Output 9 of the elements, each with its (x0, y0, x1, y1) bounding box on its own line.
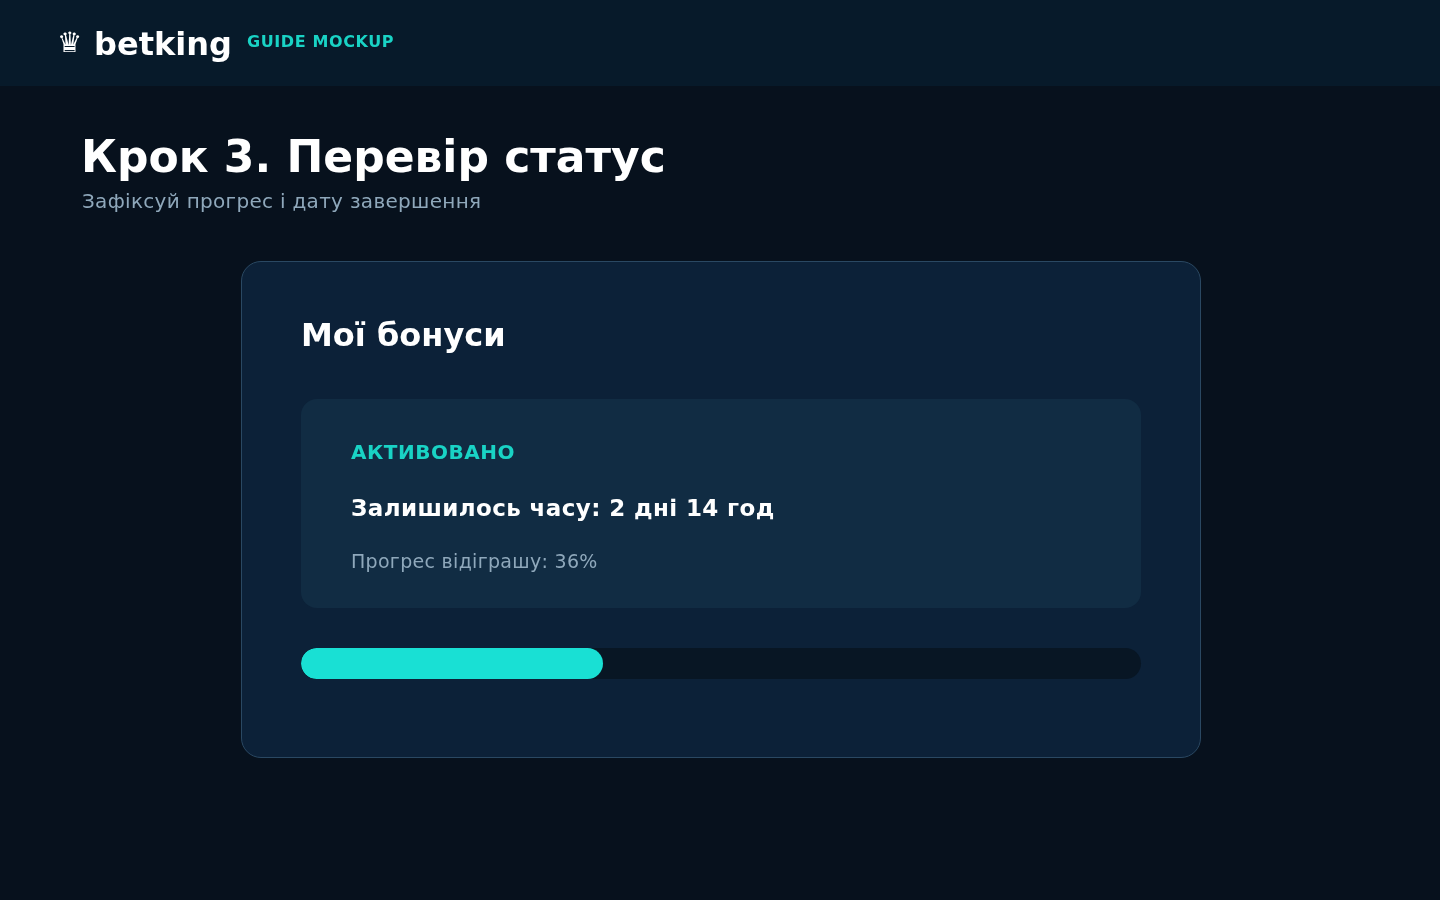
brand-name: betking (94, 28, 232, 60)
status-label: АКТИВОВАНО (351, 440, 516, 464)
mockup-label: GUIDE MOCKUP (246, 34, 395, 50)
progress-text: Прогрес відіграшу: 36% (351, 549, 599, 573)
crown-icon: ♛ (57, 29, 83, 57)
page-title: Крок 3. Перевір статус (81, 130, 667, 183)
time-left-text: Залишилось часу: 2 дні 14 год (351, 494, 776, 523)
page-subtitle: Зафіксуй прогрес і дату завершення (82, 189, 483, 213)
panel-title: Мої бонуси (301, 316, 507, 354)
